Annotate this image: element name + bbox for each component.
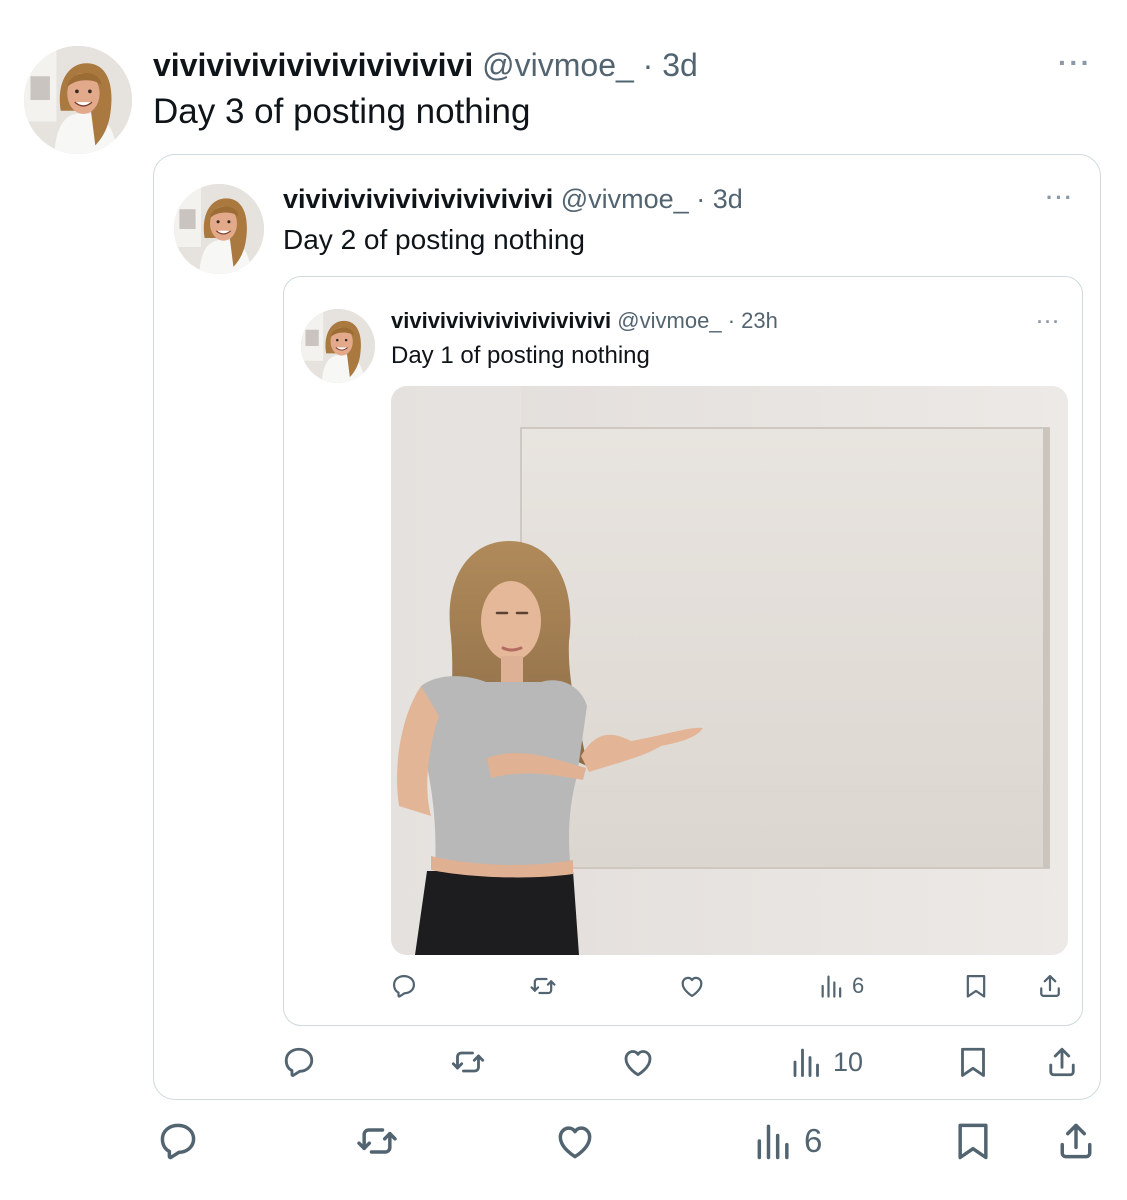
views-button[interactable]: 10 xyxy=(789,1044,863,1080)
timestamp[interactable]: 23h xyxy=(741,308,778,333)
repost-icon xyxy=(450,1044,486,1080)
display-name[interactable]: vivivivivivivivivivivivi xyxy=(283,184,553,214)
reply-button[interactable] xyxy=(156,1119,200,1163)
bookmark-button[interactable] xyxy=(951,1119,995,1163)
more-options-button[interactable]: ··· xyxy=(1037,312,1061,332)
bookmark-icon xyxy=(951,1119,995,1163)
tweet-text: Day 2 of posting nothing xyxy=(283,224,585,255)
repost-button[interactable] xyxy=(450,1044,486,1080)
display-name[interactable]: vivivivivivivivivivivivi xyxy=(153,47,473,83)
more-options-button[interactable]: ··· xyxy=(1058,48,1092,78)
like-icon xyxy=(678,972,706,1000)
separator: · xyxy=(727,308,736,333)
views-count: 10 xyxy=(833,1046,864,1077)
timestamp[interactable]: 3d xyxy=(713,184,743,214)
views-icon xyxy=(818,972,846,1000)
views-button[interactable]: 6 xyxy=(818,972,864,1000)
like-icon xyxy=(620,1044,656,1080)
share-button[interactable] xyxy=(1036,972,1064,1000)
views-icon xyxy=(789,1044,825,1080)
views-button[interactable]: 6 xyxy=(752,1119,822,1163)
avatar[interactable] xyxy=(24,46,132,154)
reply-icon xyxy=(156,1119,200,1163)
views-count: 6 xyxy=(804,1122,823,1159)
separator: · xyxy=(642,47,654,83)
bookmark-button[interactable] xyxy=(955,1044,991,1080)
timestamp[interactable]: 3d xyxy=(662,47,698,83)
reply-button[interactable] xyxy=(390,972,418,1000)
avatar[interactable] xyxy=(174,184,264,274)
more-options-button[interactable]: ··· xyxy=(1046,186,1074,210)
share-icon xyxy=(1044,1044,1080,1080)
tweet-text: Day 1 of posting nothing xyxy=(391,342,650,369)
repost-button[interactable] xyxy=(529,972,557,1000)
display-name[interactable]: vivivivivivivivivivivivi xyxy=(391,308,611,333)
like-icon xyxy=(553,1119,597,1163)
handle[interactable]: @vivmoe_ xyxy=(561,184,689,214)
tweet-photo[interactable] xyxy=(391,386,1068,955)
repost-icon xyxy=(529,972,557,1000)
handle[interactable]: @vivmoe_ xyxy=(482,47,634,83)
views-count: 6 xyxy=(852,973,865,998)
reply-button[interactable] xyxy=(281,1044,317,1080)
share-icon xyxy=(1036,972,1064,1000)
share-button[interactable] xyxy=(1054,1119,1098,1163)
like-button[interactable] xyxy=(620,1044,656,1080)
tweet-header: vivivivivivivivivivivivi @vivmoe_ · 3d xyxy=(283,182,743,216)
bookmark-icon xyxy=(955,1044,991,1080)
repost-icon xyxy=(355,1119,399,1163)
reply-icon xyxy=(281,1044,317,1080)
reply-icon xyxy=(390,972,418,1000)
like-button[interactable] xyxy=(678,972,706,1000)
share-button[interactable] xyxy=(1044,1044,1080,1080)
bookmark-button[interactable] xyxy=(962,972,990,1000)
handle[interactable]: @vivmoe_ xyxy=(617,308,721,333)
tweet-text: Day 3 of posting nothing xyxy=(153,92,531,131)
tweet-header: vivivivivivivivivivivivi @vivmoe_ · 3d xyxy=(153,44,698,86)
share-icon xyxy=(1054,1119,1098,1163)
separator: · xyxy=(696,184,706,214)
like-button[interactable] xyxy=(553,1119,597,1163)
avatar[interactable] xyxy=(301,309,375,383)
tweet-header: vivivivivivivivivivivivi @vivmoe_ · 23h xyxy=(391,306,778,336)
repost-button[interactable] xyxy=(355,1119,399,1163)
views-icon xyxy=(752,1119,796,1163)
bookmark-icon xyxy=(962,972,990,1000)
